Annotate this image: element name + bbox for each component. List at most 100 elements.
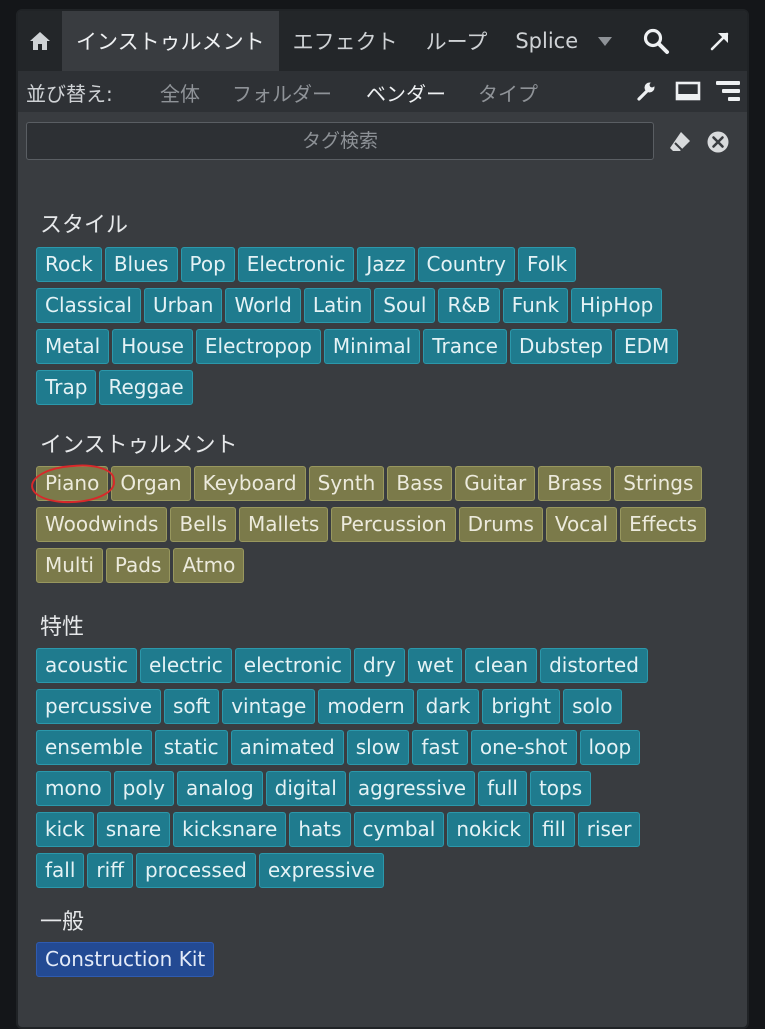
tag-soft[interactable]: soft bbox=[164, 689, 220, 724]
tag-electronic[interactable]: electronic bbox=[234, 648, 352, 683]
tag-piano[interactable]: Piano bbox=[29, 462, 117, 506]
tag-loop[interactable]: loop bbox=[579, 730, 641, 765]
tag-clean[interactable]: clean bbox=[465, 648, 538, 683]
settings-button[interactable] bbox=[632, 77, 660, 105]
tag-world[interactable]: World bbox=[225, 288, 301, 323]
tag-effects[interactable]: Effects bbox=[620, 507, 707, 542]
tag-blues[interactable]: Blues bbox=[104, 247, 178, 282]
tag-soul[interactable]: Soul bbox=[374, 288, 436, 323]
tag-fill[interactable]: fill bbox=[533, 812, 575, 847]
tag-metal[interactable]: Metal bbox=[36, 329, 110, 364]
tag-ensemble[interactable]: ensemble bbox=[36, 730, 152, 765]
sort-option-type[interactable]: タイプ bbox=[478, 78, 538, 107]
tag-poly[interactable]: poly bbox=[113, 771, 174, 806]
tag-minimal[interactable]: Minimal bbox=[323, 329, 421, 364]
tab-effect[interactable]: エフェクト bbox=[279, 11, 412, 71]
tag-tops[interactable]: tops bbox=[529, 771, 592, 806]
tag-pads[interactable]: Pads bbox=[105, 548, 171, 583]
tag-snare[interactable]: snare bbox=[96, 812, 171, 847]
list-view-button[interactable] bbox=[714, 77, 742, 105]
tag-fall[interactable]: fall bbox=[36, 853, 85, 888]
tag-digital[interactable]: digital bbox=[265, 771, 346, 806]
sort-option-vendor[interactable]: ベンダー bbox=[366, 78, 446, 107]
tag-trance[interactable]: Trance bbox=[423, 329, 507, 364]
tag-woodwinds[interactable]: Woodwinds bbox=[36, 507, 168, 542]
tag-kicksnare[interactable]: kicksnare bbox=[173, 812, 287, 847]
tag-cymbal[interactable]: cymbal bbox=[353, 812, 445, 847]
tab-loop[interactable]: ループ bbox=[412, 11, 502, 71]
sort-option-folder[interactable]: フォルダー bbox=[232, 78, 332, 107]
tag-trap[interactable]: Trap bbox=[36, 370, 97, 405]
tag-animated[interactable]: animated bbox=[230, 730, 344, 765]
tag-electric[interactable]: electric bbox=[139, 648, 232, 683]
expand-button[interactable] bbox=[700, 11, 740, 71]
tag-dry[interactable]: dry bbox=[354, 648, 405, 683]
tag-slow[interactable]: slow bbox=[346, 730, 410, 765]
tag-house[interactable]: House bbox=[112, 329, 193, 364]
tag-strings[interactable]: Strings bbox=[614, 466, 703, 501]
tag-percussive[interactable]: percussive bbox=[36, 689, 161, 724]
tag-solo[interactable]: solo bbox=[563, 689, 622, 724]
tag-country[interactable]: Country bbox=[417, 247, 515, 282]
tag-dark[interactable]: dark bbox=[416, 689, 480, 724]
tag-nokick[interactable]: nokick bbox=[447, 812, 530, 847]
tag-folk[interactable]: Folk bbox=[517, 247, 577, 282]
tab-splice[interactable]: Splice bbox=[501, 11, 592, 71]
tag-wet[interactable]: wet bbox=[407, 648, 463, 683]
tag-atmo[interactable]: Atmo bbox=[173, 548, 245, 583]
tag-full[interactable]: full bbox=[478, 771, 527, 806]
tag-hats[interactable]: hats bbox=[289, 812, 351, 847]
eraser-button[interactable] bbox=[666, 128, 694, 156]
tag-kick[interactable]: kick bbox=[36, 812, 94, 847]
tag-synth[interactable]: Synth bbox=[308, 466, 385, 501]
tag-electropop[interactable]: Electropop bbox=[195, 329, 321, 364]
tag-jazz[interactable]: Jazz bbox=[357, 247, 415, 282]
tag-bass[interactable]: Bass bbox=[387, 466, 453, 501]
tag-brass[interactable]: Brass bbox=[538, 466, 612, 501]
tag-expressive[interactable]: expressive bbox=[258, 853, 384, 888]
tag-reggae[interactable]: Reggae bbox=[99, 370, 193, 405]
tag-one-shot[interactable]: one-shot bbox=[470, 730, 577, 765]
tag-electronic[interactable]: Electronic bbox=[237, 247, 355, 282]
tag-drums[interactable]: Drums bbox=[458, 507, 543, 542]
tag-distorted[interactable]: distorted bbox=[540, 648, 648, 683]
clear-search-button[interactable] bbox=[704, 128, 732, 156]
tag-funk[interactable]: Funk bbox=[502, 288, 569, 323]
tag-keyboard[interactable]: Keyboard bbox=[193, 466, 306, 501]
tag-rock[interactable]: Rock bbox=[36, 247, 102, 282]
tag-hiphop[interactable]: HipHop bbox=[571, 288, 663, 323]
tag-aggressive[interactable]: aggressive bbox=[348, 771, 476, 806]
tag-mallets[interactable]: Mallets bbox=[239, 507, 329, 542]
home-button[interactable] bbox=[18, 11, 62, 71]
tag-organ[interactable]: Organ bbox=[111, 466, 191, 501]
tag-processed[interactable]: processed bbox=[135, 853, 256, 888]
tag-modern[interactable]: modern bbox=[318, 689, 414, 724]
tab-instrument[interactable]: インストゥルメント bbox=[62, 11, 279, 71]
tag-fast[interactable]: fast bbox=[412, 730, 468, 765]
sort-option-all[interactable]: 全体 bbox=[160, 78, 200, 107]
tag-static[interactable]: static bbox=[154, 730, 228, 765]
tag-construction-kit[interactable]: Construction Kit bbox=[36, 942, 215, 977]
tag-latin[interactable]: Latin bbox=[303, 288, 372, 323]
tag-bright[interactable]: bright bbox=[482, 689, 561, 724]
tag-riff[interactable]: riff bbox=[87, 853, 133, 888]
tag-pop[interactable]: Pop bbox=[180, 247, 235, 282]
window-view-button[interactable] bbox=[674, 77, 702, 105]
tag-vocal[interactable]: Vocal bbox=[545, 507, 618, 542]
tag-analog[interactable]: analog bbox=[176, 771, 263, 806]
tag-multi[interactable]: Multi bbox=[36, 548, 103, 583]
tag-edm[interactable]: EDM bbox=[615, 329, 679, 364]
tag-classical[interactable]: Classical bbox=[36, 288, 141, 323]
tag-urban[interactable]: Urban bbox=[143, 288, 223, 323]
search-button[interactable] bbox=[636, 11, 676, 71]
tag-bells[interactable]: Bells bbox=[170, 507, 237, 542]
tag-dubstep[interactable]: Dubstep bbox=[509, 329, 613, 364]
tag-vintage[interactable]: vintage bbox=[222, 689, 316, 724]
tag-percussion[interactable]: Percussion bbox=[331, 507, 456, 542]
tag-guitar[interactable]: Guitar bbox=[455, 466, 536, 501]
tag-mono[interactable]: mono bbox=[36, 771, 111, 806]
tab-overflow-button[interactable] bbox=[592, 11, 618, 71]
tag-r-b[interactable]: R&B bbox=[438, 288, 500, 323]
tag-acoustic[interactable]: acoustic bbox=[36, 648, 137, 683]
tag-riser[interactable]: riser bbox=[577, 812, 641, 847]
